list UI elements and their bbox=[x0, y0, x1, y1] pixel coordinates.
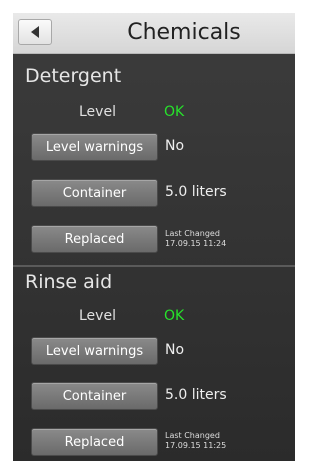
detergent-level-warnings-button[interactable]: Level warnings bbox=[31, 133, 158, 161]
detergent-level-value: OK bbox=[164, 104, 185, 120]
detergent-last-changed-label: Last Changed bbox=[165, 229, 220, 238]
detergent-level-warnings-value: No bbox=[165, 138, 185, 154]
title-bar: Chemicals bbox=[13, 13, 295, 54]
rinse-aid-last-changed-value: 17.09.15 11:25 bbox=[165, 441, 227, 450]
rinse-aid-last-changed-label: Last Changed bbox=[165, 431, 220, 440]
rinse-aid-level-value: OK bbox=[164, 308, 185, 324]
detergent-replaced-button[interactable]: Replaced bbox=[31, 225, 158, 253]
rinse-aid-container-value: 5.0 liters bbox=[165, 387, 227, 403]
detergent-container-button[interactable]: Container bbox=[31, 179, 158, 207]
detergent-last-changed-value: 17.09.15 11:24 bbox=[165, 239, 227, 248]
back-arrow-icon bbox=[31, 26, 39, 38]
rinse-aid-level-label: Level bbox=[79, 308, 116, 324]
app-screen: Chemicals Detergent Level OK Level warni… bbox=[13, 13, 295, 461]
back-button[interactable] bbox=[18, 19, 52, 45]
detergent-level-label: Level bbox=[79, 104, 116, 120]
rinse-aid-replaced-button[interactable]: Replaced bbox=[31, 428, 158, 456]
detergent-container-value: 5.0 liters bbox=[165, 184, 227, 200]
rinse-aid-level-warnings-button[interactable]: Level warnings bbox=[31, 337, 158, 365]
rinse-aid-container-button[interactable]: Container bbox=[31, 382, 158, 410]
rinse-aid-level-warnings-value: No bbox=[165, 342, 185, 358]
detergent-section: Detergent Level OK Level warnings No Con… bbox=[13, 61, 295, 261]
rinse-aid-title: Rinse aid bbox=[25, 271, 113, 293]
detergent-title: Detergent bbox=[25, 65, 122, 87]
page-title: Chemicals bbox=[127, 20, 241, 45]
rinse-aid-section: Rinse aid Level OK Level warnings No Con… bbox=[13, 265, 295, 461]
